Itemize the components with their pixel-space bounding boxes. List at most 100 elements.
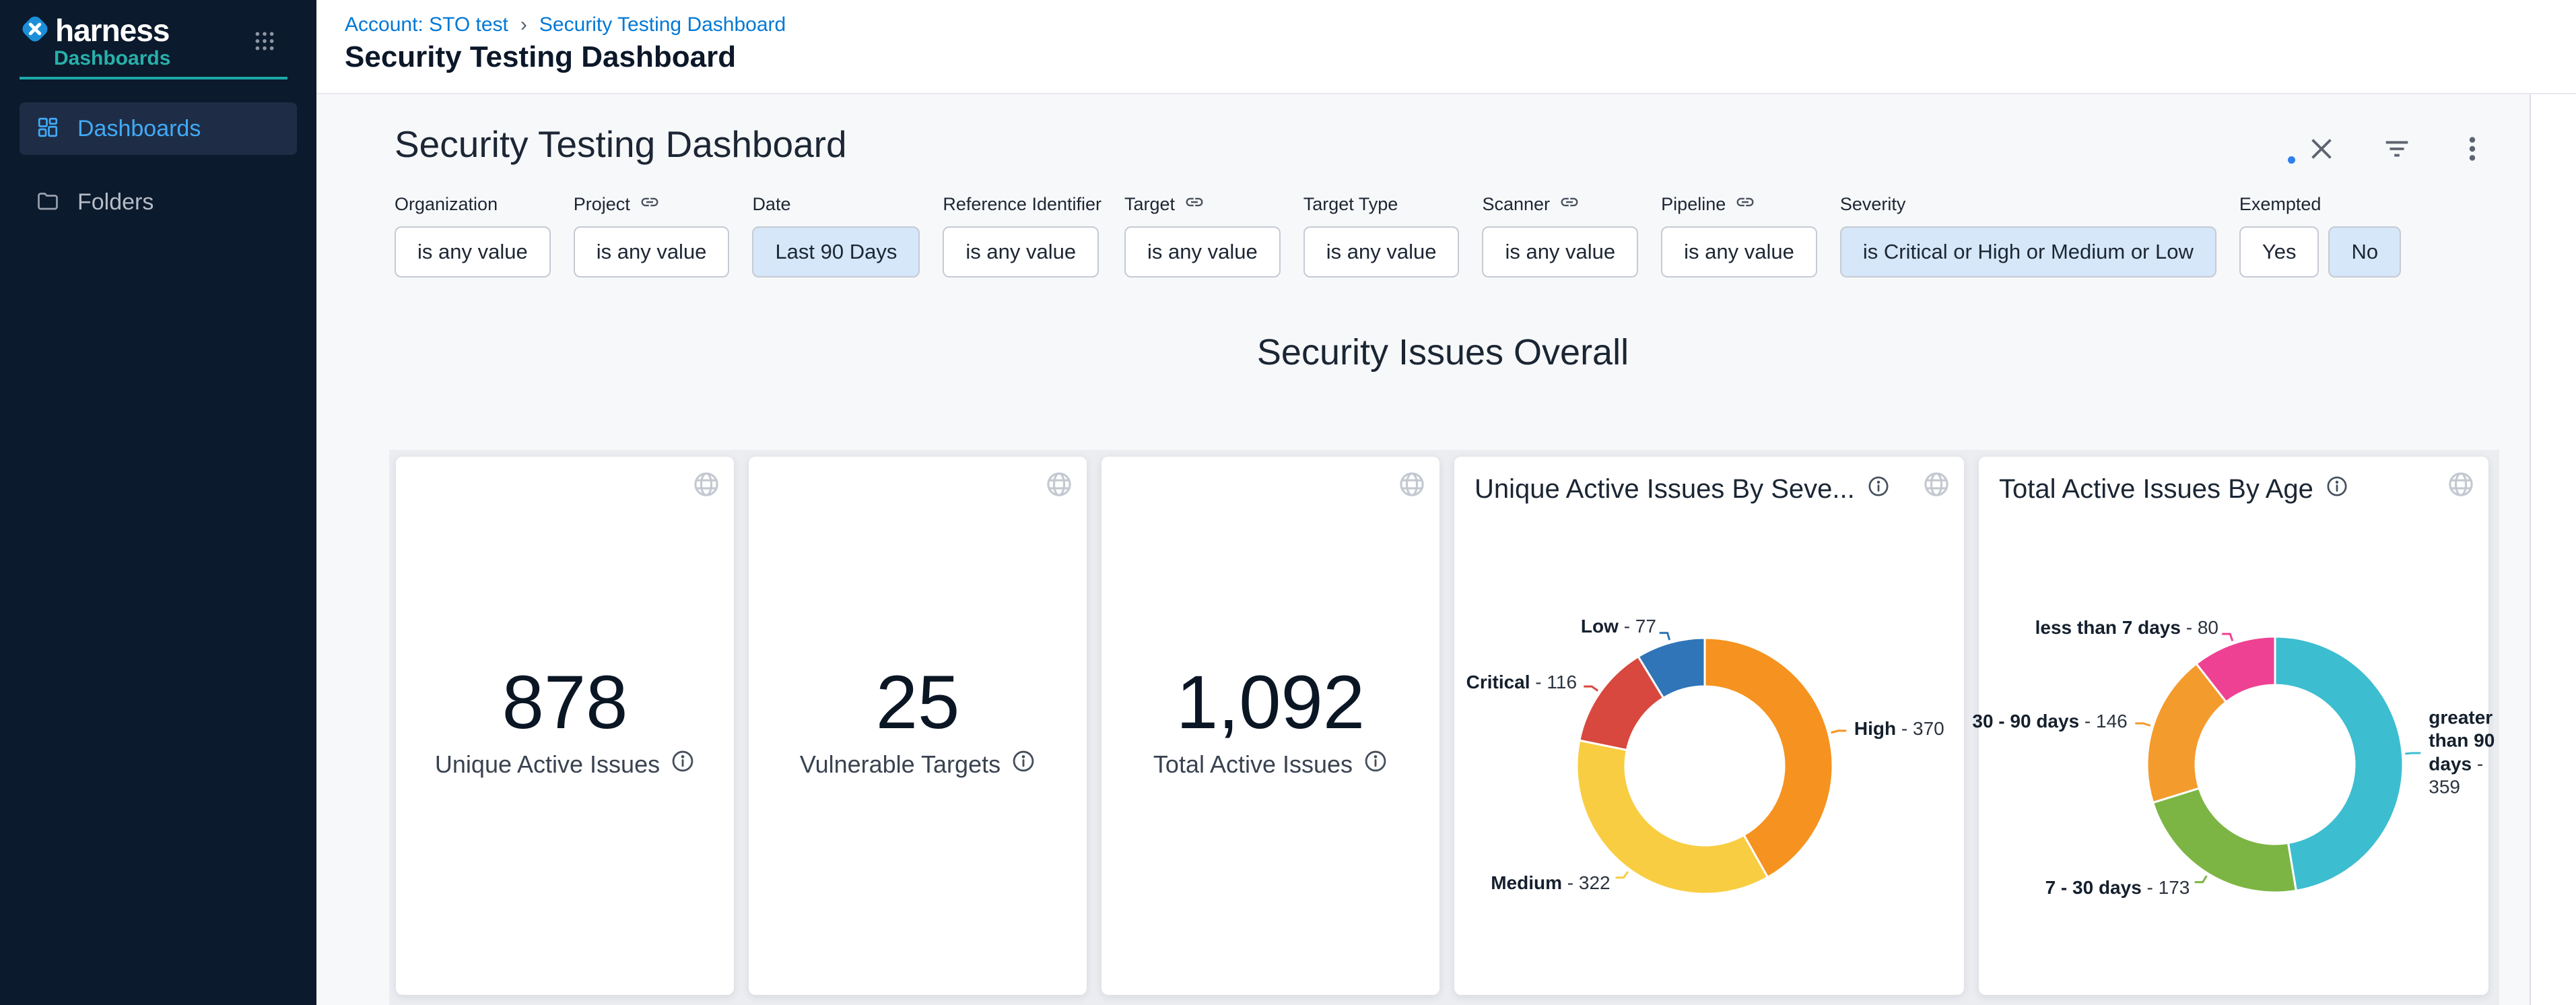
label-connector: [2195, 876, 2207, 882]
filter-value-project[interactable]: is any value: [574, 226, 730, 278]
slice-label: Critical - 116: [1466, 671, 1577, 694]
sidebar-item-dashboards[interactable]: Dashboards: [20, 102, 297, 155]
filter-label: Organization: [395, 194, 498, 215]
label-connector: [2135, 723, 2150, 725]
slice-label: Low - 77: [1581, 615, 1656, 638]
chevron-right-icon: ›: [520, 13, 527, 36]
sidebar-nav: Dashboards Folders: [0, 102, 316, 228]
filter-value-reference-identifier[interactable]: is any value: [943, 226, 1099, 278]
donut-slice-medium[interactable]: [1577, 740, 1768, 894]
kebab-menu-button[interactable]: [2457, 133, 2488, 164]
filter-label: Pipeline: [1661, 194, 1726, 215]
link-icon: [640, 192, 660, 217]
apps-grid-icon[interactable]: [253, 30, 276, 56]
filter-label: Target: [1124, 194, 1175, 215]
globe-icon[interactable]: [1398, 470, 1426, 502]
close-button[interactable]: [2306, 133, 2337, 164]
slice-label: High - 370: [1854, 717, 1944, 740]
filter-label: Date: [752, 194, 790, 215]
main-column: Account: STO test › Security Testing Das…: [316, 0, 2576, 1005]
globe-icon[interactable]: [1045, 470, 1073, 502]
blue-dot: [2288, 156, 2295, 164]
slice-label: greater than 90 days - 359: [2429, 707, 2512, 799]
filter-value-target[interactable]: is any value: [1124, 226, 1281, 278]
filter-target-type: Target Type is any value: [1303, 193, 1460, 278]
tile-value: 1,092: [1101, 659, 1439, 746]
tile-label: Vulnerable Targets: [800, 750, 1001, 779]
filter-label: Exempted: [2239, 194, 2321, 215]
filter-value-target-type[interactable]: is any value: [1303, 226, 1460, 278]
tile-label-row: Vulnerable Targets: [749, 749, 1087, 779]
brand-row[interactable]: harness: [19, 12, 169, 48]
info-icon[interactable]: [1011, 749, 1036, 779]
exempted-yes-button[interactable]: Yes: [2239, 226, 2319, 278]
globe-icon[interactable]: [692, 470, 720, 502]
filter-value-pipeline[interactable]: is any value: [1661, 226, 1817, 278]
product-name: Dashboards: [54, 47, 170, 70]
page-title: Security Testing Dashboard: [345, 40, 736, 74]
filter-value-scanner[interactable]: is any value: [1482, 226, 1638, 278]
dashboard-title: Security Testing Dashboard: [395, 123, 847, 166]
donut-slice-greater-than-90-days[interactable]: [2275, 637, 2403, 890]
dashboard-actions: [2306, 133, 2488, 164]
label-connector: [2222, 634, 2233, 641]
filter-value-severity[interactable]: is Critical or High or Medium or Low: [1840, 226, 2216, 278]
dashboard-panel: Security Testing Dashboard: [316, 94, 2530, 1005]
info-icon[interactable]: [671, 749, 695, 779]
breadcrumb-account-link[interactable]: Account: STO test: [345, 13, 508, 36]
filter-value-date[interactable]: Last 90 Days: [752, 226, 920, 278]
tile-value: 878: [396, 659, 734, 746]
info-icon[interactable]: [1363, 749, 1388, 779]
label-connector: [1831, 731, 1847, 733]
chart-unique-active-issues-by-severity: Unique Active Issues By Seve... High - 3…: [1454, 457, 1964, 995]
filter-reference-identifier: Reference Identifier is any value: [943, 193, 1101, 278]
label-connector: [2405, 753, 2420, 754]
filter-label: Scanner: [1482, 194, 1550, 215]
scrollbar-gutter: [2530, 94, 2576, 1005]
breadcrumb-dashboard-link[interactable]: Security Testing Dashboard: [539, 13, 786, 36]
filter-severity: Severity is Critical or High or Medium o…: [1840, 193, 2216, 278]
exempted-no-button[interactable]: No: [2328, 226, 2401, 278]
sidebar-divider: [20, 77, 287, 79]
filter-project: Project is any value: [574, 193, 730, 278]
app-root: harness Dashboards Dash: [0, 0, 2576, 1005]
filter-value-organization[interactable]: is any value: [395, 226, 551, 278]
slice-label: 30 - 90 days - 146: [1972, 710, 2127, 733]
label-connector: [1616, 872, 1628, 878]
filter-date: Date Last 90 Days: [752, 193, 920, 278]
tile-unique-active-issues: 878 Unique Active Issues: [396, 457, 734, 995]
slice-label: less than 7 days - 80: [2035, 616, 2218, 639]
sidebar: harness Dashboards Dash: [0, 0, 316, 1005]
filter-target: Target is any value: [1124, 193, 1281, 278]
slice-label: Medium - 322: [1491, 872, 1610, 895]
dashboard-grid: 878 Unique Active Issues 25: [389, 450, 2499, 1005]
filter-label: Target Type: [1303, 194, 1398, 215]
label-connector: [1584, 686, 1598, 690]
filter-button[interactable]: [2381, 133, 2412, 164]
tile-vulnerable-targets: 25 Vulnerable Targets: [749, 457, 1087, 995]
link-icon: [1559, 192, 1580, 217]
link-icon: [1735, 192, 1755, 217]
tile-total-active-issues: 1,092 Total Active Issues: [1101, 457, 1439, 995]
section-title: Security Issues Overall: [1257, 331, 1629, 373]
sidebar-item-label: Folders: [77, 189, 154, 216]
filter-exempted: Exempted Yes No: [2239, 193, 2401, 278]
filter-pipeline: Pipeline is any value: [1661, 193, 1817, 278]
tile-label-row: Total Active Issues: [1101, 749, 1439, 779]
top-header: Account: STO test › Security Testing Das…: [316, 0, 2576, 94]
tile-label-row: Unique Active Issues: [396, 749, 734, 779]
filter-label: Project: [574, 194, 630, 215]
brand-name: harness: [55, 12, 169, 48]
sidebar-item-folders[interactable]: Folders: [20, 176, 297, 228]
chart-total-active-issues-by-age: Total Active Issues By Age greater than …: [1979, 457, 2488, 995]
label-connector: [1660, 633, 1670, 641]
harness-logo-icon: [19, 13, 51, 48]
cards-row: 878 Unique Active Issues 25: [396, 457, 2488, 995]
donut-slice-high[interactable]: [1705, 638, 1833, 877]
sidebar-item-label: Dashboards: [77, 116, 201, 142]
content-area: Security Testing Dashboard: [316, 94, 2576, 1005]
slice-label: 7 - 30 days - 173: [2045, 876, 2190, 899]
folder-icon: [36, 189, 60, 216]
dashboards-grid-icon: [36, 115, 60, 143]
filter-scanner: Scanner is any value: [1482, 193, 1638, 278]
